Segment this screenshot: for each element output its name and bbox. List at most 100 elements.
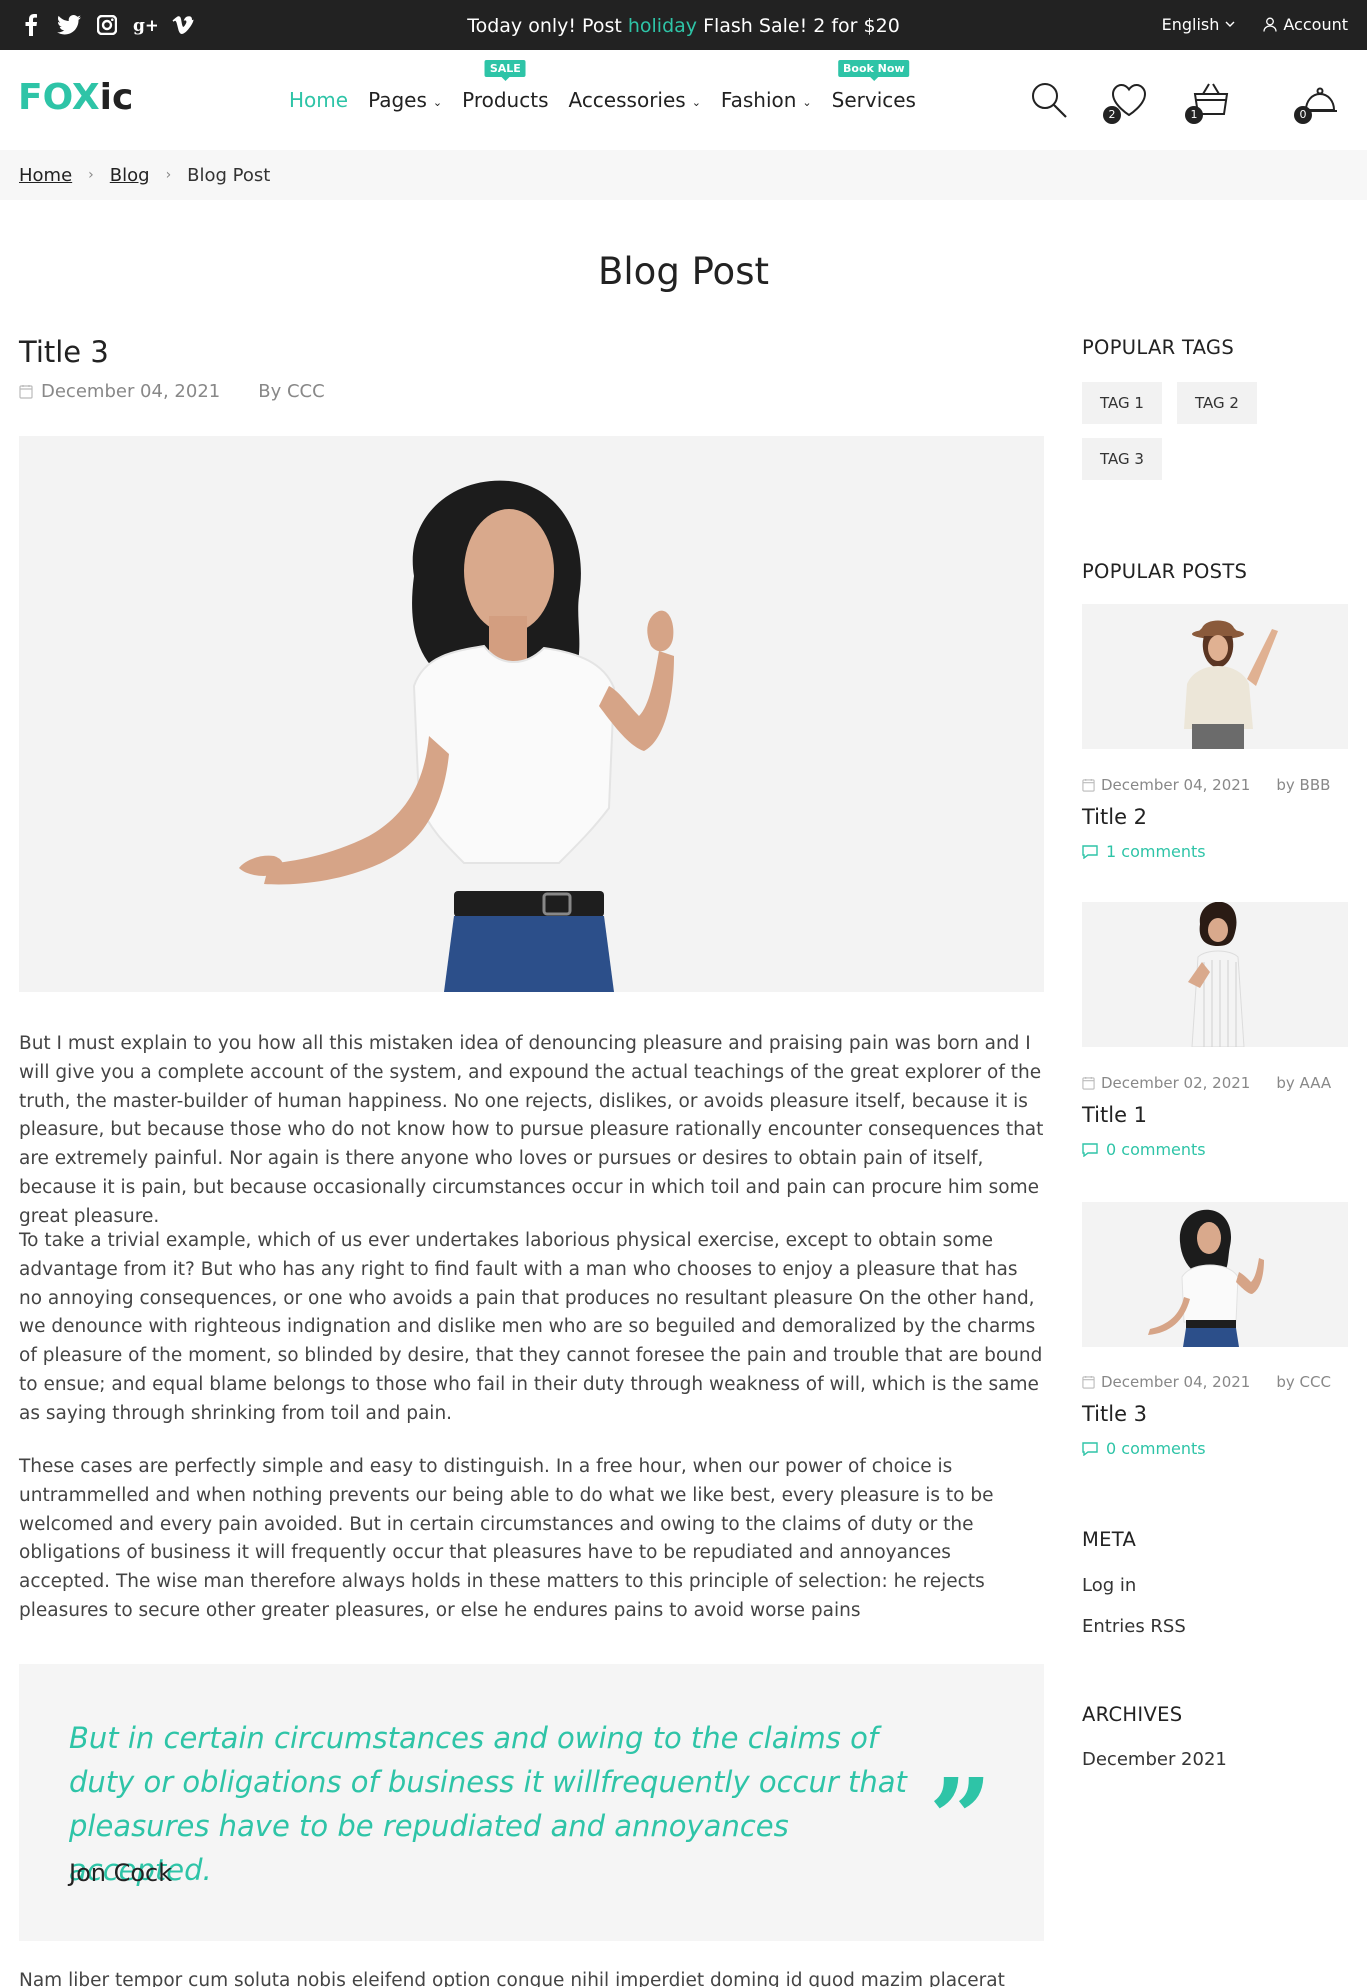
tag-button[interactable]: TAG 3: [1082, 438, 1162, 480]
language-label: English: [1161, 15, 1220, 34]
compare-count: 1: [1185, 106, 1203, 124]
quote-text: But in certain circumstances and owing t…: [69, 1721, 907, 1887]
language-selector[interactable]: English: [1162, 15, 1236, 34]
nav-fashion-label: Fashion: [720, 88, 797, 112]
quote-author: Jon Cock: [69, 1859, 173, 1887]
post-meta: December 04, 2021 By CCC: [19, 381, 325, 402]
breadcrumb-blog[interactable]: Blog: [110, 165, 150, 186]
popular-post-date: December 02, 2021: [1082, 1074, 1250, 1092]
post-date-text: December 04, 2021: [41, 381, 221, 402]
tag-button[interactable]: TAG 1: [1082, 382, 1162, 424]
archives-heading: ARCHIVES: [1082, 1703, 1183, 1726]
popular-post-title[interactable]: Title 1: [1082, 1103, 1147, 1127]
chevron-down-icon: ⌄: [802, 95, 812, 109]
account-label: Account: [1283, 15, 1348, 34]
breadcrumb-home[interactable]: Home: [19, 165, 72, 186]
cart-count: 0: [1294, 106, 1312, 124]
sale-badge: SALE: [484, 60, 526, 81]
post-paragraph-1: But I must explain to you how all this m…: [19, 1033, 1044, 1227]
wishlist-button[interactable]: 2: [1103, 80, 1149, 124]
popular-post-title[interactable]: Title 3: [1082, 1402, 1147, 1426]
chevron-down-icon: [1225, 21, 1235, 27]
nav-pages-label: Pages: [368, 88, 427, 112]
comment-icon: [1082, 1143, 1098, 1157]
nav-home-label: Home: [289, 88, 349, 112]
post-date: December 04, 2021: [19, 381, 220, 402]
nav-accessories-label: Accessories: [568, 88, 686, 112]
popular-post-comments[interactable]: 0 comments: [1082, 1439, 1206, 1458]
popular-post-comments-text: 0 comments: [1106, 1140, 1206, 1159]
cart-button[interactable]: 0: [1294, 80, 1340, 124]
meta-link-login[interactable]: Log in: [1082, 1575, 1136, 1596]
calendar-icon: [1082, 778, 1095, 792]
popular-post-comments-text: 1 comments: [1106, 842, 1206, 861]
post-paragraph-3: These cases are perfectly simple and eas…: [19, 1456, 994, 1621]
meta-link-entries-rss[interactable]: Entries RSS: [1082, 1616, 1186, 1637]
quote-icon: ”: [928, 1754, 992, 1883]
logo-part-2: ic: [99, 77, 134, 118]
popular-post-image[interactable]: [1082, 1202, 1348, 1347]
tag-button[interactable]: TAG 2: [1177, 382, 1257, 424]
breadcrumb: Home › Blog › Blog Post: [0, 150, 1367, 200]
calendar-icon: [1082, 1076, 1095, 1090]
compare-button[interactable]: 1: [1185, 80, 1231, 124]
popular-post-meta: December 02, 2021 by AAA: [1082, 1074, 1331, 1092]
popular-post-comments-text: 0 comments: [1106, 1439, 1206, 1458]
nav-pages[interactable]: Pages ⌄: [368, 88, 442, 112]
promo-highlight: holiday: [627, 15, 698, 37]
popular-post-comments[interactable]: 1 comments: [1082, 842, 1206, 861]
popular-tags-heading: POPULAR TAGS: [1082, 336, 1235, 359]
popular-post-author: by AAA: [1276, 1074, 1332, 1092]
popular-posts-heading: POPULAR POSTS: [1082, 560, 1248, 583]
chevron-down-icon: ⌄: [691, 95, 701, 109]
chevron-down-icon: ⌄: [432, 95, 443, 109]
post-hero-image: [19, 436, 1044, 992]
popular-post-date: December 04, 2021: [1082, 776, 1250, 794]
popular-post-comments[interactable]: 0 comments: [1082, 1140, 1206, 1159]
calendar-icon: [19, 385, 33, 399]
nav-fashion[interactable]: Fashion ⌄: [721, 88, 812, 112]
logo-part-1: FOX: [18, 77, 100, 118]
chevron-right-icon: ›: [88, 167, 94, 183]
comment-icon: [1082, 845, 1098, 859]
nav-home[interactable]: Home: [289, 88, 348, 112]
popular-post-meta: December 04, 2021 by CCC: [1082, 1373, 1331, 1391]
popular-post-image[interactable]: [1082, 902, 1348, 1047]
site-header: FOXic Home Pages ⌄ SALE Products Accessori…: [0, 50, 1367, 150]
top-bar: g+ Today only! Post holiday Flash Sale! …: [0, 0, 1367, 50]
popular-post-author: by BBB: [1276, 776, 1331, 794]
archive-link[interactable]: December 2021: [1082, 1749, 1227, 1770]
search-icon[interactable]: [1029, 80, 1069, 120]
popular-post-date-text: December 04, 2021: [1101, 776, 1251, 794]
post-trailing-text: Nam liber tempor cum soluta nobis eleife…: [19, 1970, 1005, 1987]
promo-text-end: Flash Sale! 2 for $20: [703, 15, 900, 37]
popular-post-meta: December 04, 2021 by BBB: [1082, 776, 1330, 794]
wishlist-count: 2: [1103, 106, 1121, 124]
site-logo[interactable]: FOXic: [18, 77, 133, 118]
comment-icon: [1082, 1442, 1098, 1456]
chevron-right-icon: ›: [165, 167, 172, 183]
popular-post-date: December 04, 2021: [1082, 1373, 1250, 1391]
popular-post-date-text: December 02, 2021: [1101, 1074, 1251, 1092]
top-right-controls: English Account: [1162, 15, 1348, 34]
nav-services-label: Services: [831, 88, 916, 112]
popular-post-author: by CCC: [1276, 1373, 1331, 1391]
meta-heading: META: [1082, 1528, 1137, 1551]
blockquote: But in certain circumstances and owing t…: [19, 1664, 1044, 1941]
page-title: Blog Post: [598, 250, 769, 293]
popular-post-image[interactable]: [1082, 604, 1348, 749]
nav-services[interactable]: Book Now Services: [831, 60, 916, 112]
user-icon: [1263, 17, 1278, 32]
account-link[interactable]: Account: [1263, 15, 1348, 34]
breadcrumb-current: Blog Post: [187, 164, 271, 186]
nav-products-label: Products: [462, 88, 549, 112]
nav-products[interactable]: SALE Products: [462, 60, 549, 112]
popular-post-title[interactable]: Title 2: [1082, 805, 1147, 829]
calendar-icon: [1082, 1375, 1095, 1389]
post-title: Title 3: [19, 335, 109, 369]
main-nav: Home Pages ⌄ SALE Products Accessories ⌄ Fa…: [289, 60, 916, 112]
promo-text-start: Today only! Post: [467, 15, 622, 37]
book-now-badge: Book Now: [838, 60, 910, 81]
nav-accessories[interactable]: Accessories ⌄: [568, 88, 700, 112]
post-paragraph-2: To take a trivial example, which of us e…: [19, 1230, 1043, 1424]
